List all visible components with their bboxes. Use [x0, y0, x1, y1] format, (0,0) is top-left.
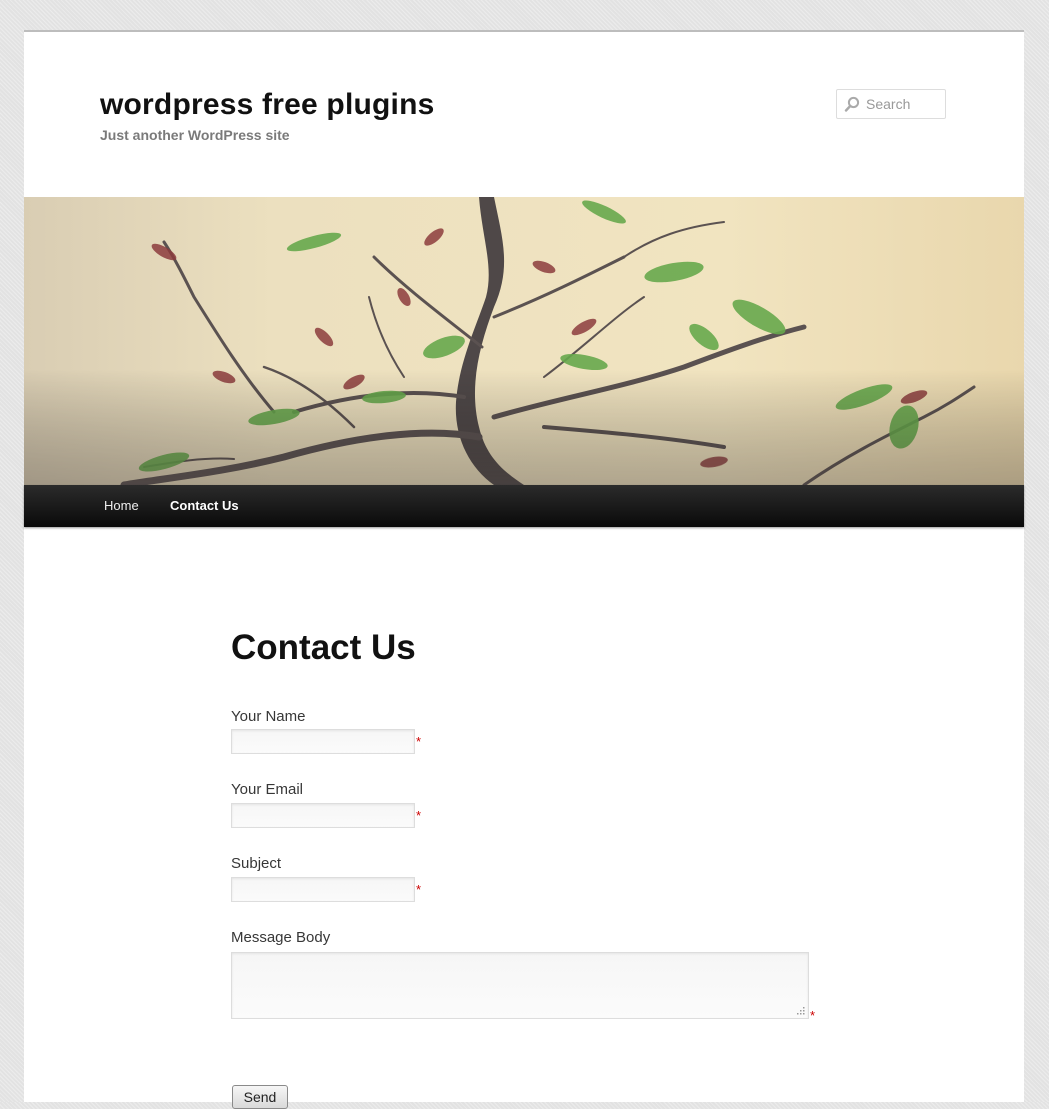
search-placeholder: Search: [866, 96, 911, 112]
main-navigation: Home Contact Us: [24, 485, 1024, 527]
page-title: Contact Us: [231, 628, 416, 667]
message-label: Message Body: [231, 929, 331, 946]
subject-input[interactable]: [231, 877, 415, 902]
site-description: Just another WordPress site: [100, 127, 290, 143]
name-label: Your Name: [231, 708, 306, 725]
search-input[interactable]: Search: [836, 89, 946, 119]
email-label: Your Email: [231, 781, 303, 798]
name-required-marker: *: [416, 734, 422, 749]
search-icon: [844, 96, 860, 112]
subject-required-marker: *: [416, 882, 422, 897]
message-required-marker: *: [810, 1008, 816, 1023]
site-title[interactable]: wordpress free plugins: [100, 87, 434, 123]
nav-item-contact-us[interactable]: Contact Us: [170, 485, 239, 527]
message-textarea[interactable]: [231, 952, 809, 1019]
send-button[interactable]: Send: [232, 1085, 288, 1109]
subject-label: Subject: [231, 855, 282, 872]
email-required-marker: *: [416, 808, 422, 823]
nav-item-home[interactable]: Home: [104, 485, 139, 527]
page-container: wordpress free plugins Just another Word…: [24, 30, 1024, 1109]
name-input[interactable]: [231, 729, 415, 754]
site-header: wordpress free plugins Just another Word…: [24, 32, 1024, 197]
header-image[interactable]: [24, 197, 1024, 485]
resize-grip-icon[interactable]: [795, 1005, 805, 1015]
email-input[interactable]: [231, 803, 415, 828]
